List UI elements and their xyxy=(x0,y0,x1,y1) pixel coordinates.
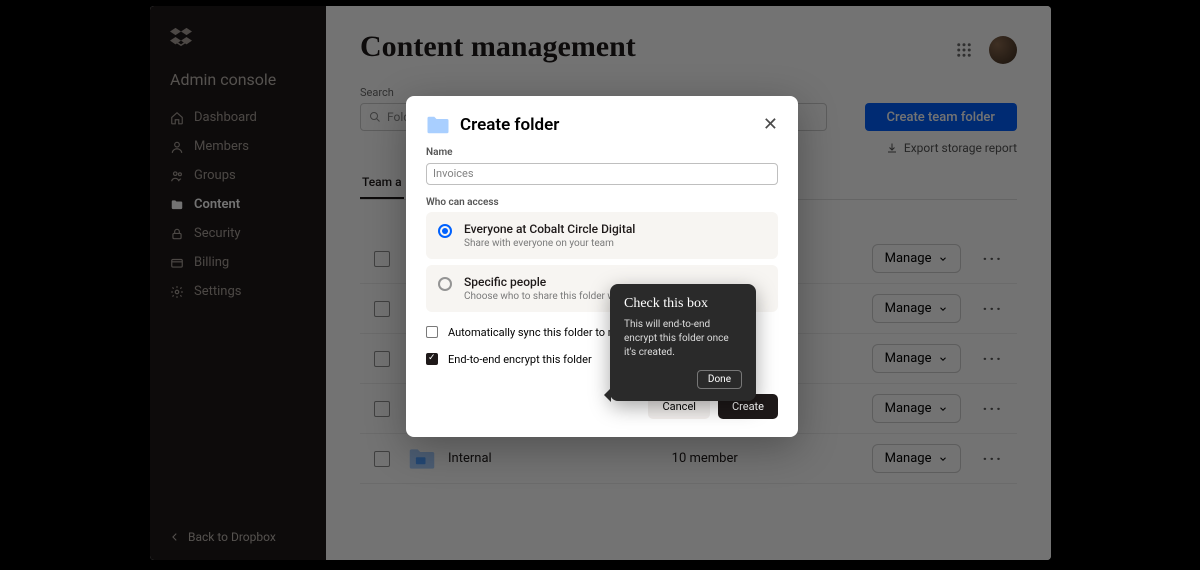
onboarding-tooltip: Check this box This will end-to-end encr… xyxy=(610,284,756,401)
folder-name-input[interactable] xyxy=(426,163,778,185)
radio-icon xyxy=(438,277,452,291)
option-title: Specific people xyxy=(464,275,626,289)
tooltip-title: Check this box xyxy=(624,296,742,312)
option-title: Everyone at Cobalt Circle Digital xyxy=(464,222,635,236)
tooltip-body: This will end-to-end encrypt this folder… xyxy=(624,318,742,360)
tooltip-done-button[interactable]: Done xyxy=(697,370,742,389)
e2e-encrypt-label: End-to-end encrypt this folder xyxy=(448,353,592,366)
name-field-label: Name xyxy=(426,147,778,158)
checkbox-icon xyxy=(426,353,438,365)
option-subtitle: Choose who to share this folder with xyxy=(464,291,626,302)
modal-title: Create folder xyxy=(460,115,753,135)
access-option-everyone[interactable]: Everyone at Cobalt Circle Digital Share … xyxy=(426,212,778,259)
radio-icon xyxy=(438,224,452,238)
app-window: Admin console Dashboard Members Groups C… xyxy=(150,6,1051,560)
auto-sync-label: Automatically sync this folder to m xyxy=(448,326,617,339)
close-icon[interactable]: ✕ xyxy=(763,114,778,135)
who-can-access-label: Who can access xyxy=(426,197,778,208)
option-subtitle: Share with everyone on your team xyxy=(464,238,635,249)
folder-icon xyxy=(426,115,450,135)
checkbox-icon xyxy=(426,326,438,338)
